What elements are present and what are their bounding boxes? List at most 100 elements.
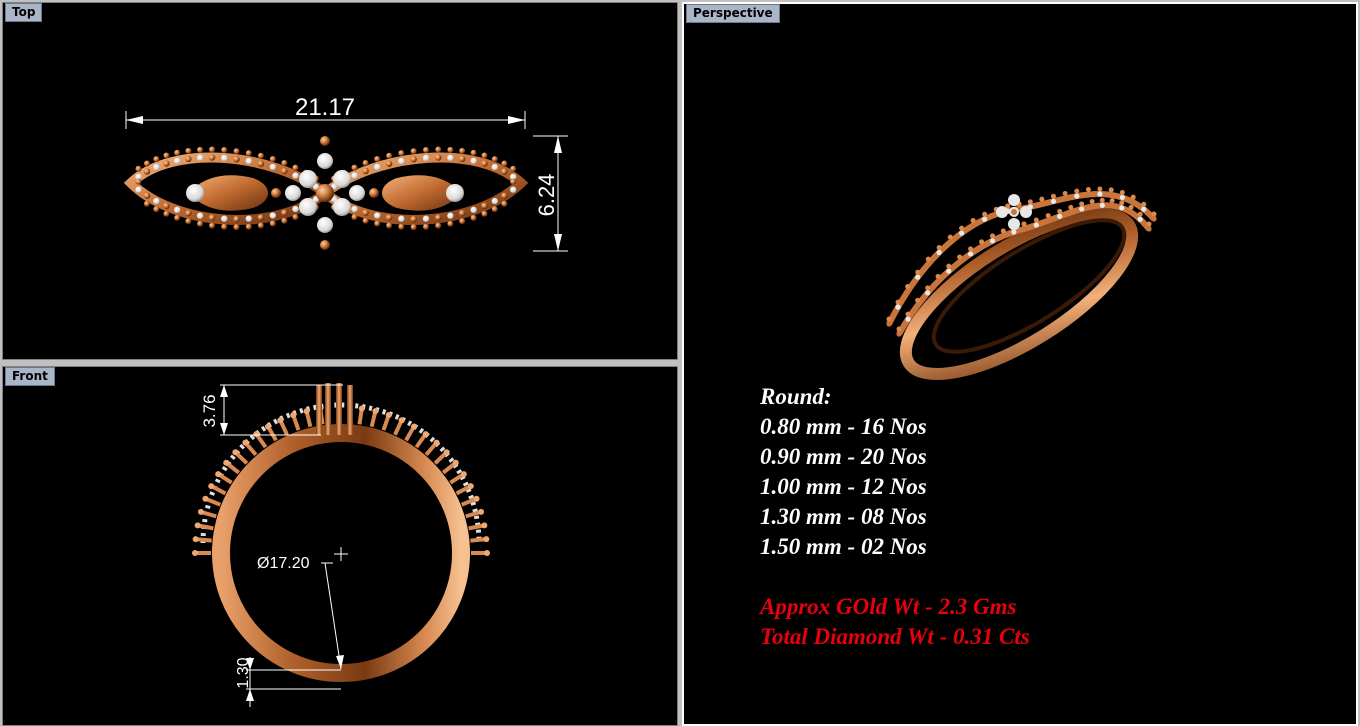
accent-stone: [1130, 199, 1136, 205]
accent-stone: [410, 156, 417, 163]
accent-stone: [1011, 229, 1017, 235]
gold-bead: [447, 146, 454, 153]
accent-stone: [153, 197, 160, 205]
accent-stone: [915, 274, 921, 280]
top-viewport[interactable]: Top 21.17 6.24: [2, 2, 678, 360]
accent-stone: [221, 215, 228, 222]
gold-bead: [1045, 213, 1051, 219]
gold-bead: [970, 217, 976, 223]
prong-tip: [303, 408, 310, 415]
gold-bead: [221, 147, 228, 153]
accent-stone: [458, 209, 466, 217]
gold-weight: Approx GOld Wt - 2.3 Gms: [760, 594, 1017, 619]
gold-bead: [1074, 188, 1080, 194]
gold-bead: [1068, 204, 1074, 210]
gold-bead: [135, 165, 142, 172]
gold-bead: [1085, 187, 1091, 192]
accent-stone: [491, 197, 499, 205]
accent-stone: [281, 167, 288, 175]
accent-stone: [208, 214, 216, 221]
height-dimension-label: 6.24: [534, 174, 559, 217]
gold-bead: [905, 284, 911, 290]
gold-bead: [1079, 201, 1085, 207]
gold-bead: [1146, 221, 1152, 227]
prong-tip: [202, 495, 209, 502]
gold-bead: [269, 156, 276, 163]
gold-bead: [1119, 200, 1125, 206]
gold-bead: [185, 218, 192, 225]
accent-stone: [1151, 216, 1157, 222]
gold-bead: [185, 147, 192, 154]
gold-bead: [197, 146, 204, 153]
gold-bead: [435, 222, 442, 229]
prong-tip: [208, 483, 215, 490]
perspective-viewport-tab[interactable]: Perspective: [686, 4, 780, 23]
gold-bead: [153, 156, 160, 163]
front-viewport-tab[interactable]: Front: [5, 367, 55, 386]
gold-bead: [925, 285, 931, 291]
stone-spec-line: 1.00 mm - 12 Nos: [760, 474, 927, 499]
accent-stone: [208, 154, 216, 161]
gold-bead: [423, 147, 429, 153]
prong-tip: [290, 412, 297, 419]
prong-tip: [460, 471, 467, 478]
accent-stone: [1068, 209, 1074, 215]
gold-bead: [459, 147, 466, 154]
accent-stone: [362, 167, 369, 175]
accent-stone: [257, 214, 265, 221]
gold-bead: [174, 214, 181, 221]
gold-bead: [174, 149, 181, 156]
gold-bead: [351, 214, 358, 221]
prong-tip: [192, 536, 199, 543]
accent-stone: [935, 278, 941, 285]
accent-stone: [292, 172, 299, 179]
accent-stone: [196, 154, 204, 162]
accent-stone: [936, 249, 942, 256]
accent-stone: [173, 206, 181, 214]
accent-stone: [458, 155, 466, 163]
accent-stone: [905, 316, 911, 322]
height-dimension: 6.24: [533, 135, 568, 252]
accent-stone: [481, 160, 488, 167]
gold-bead: [281, 159, 288, 166]
accent-stone: [351, 172, 358, 179]
accent-stone: [447, 212, 454, 219]
front-viewport[interactable]: Front 3.76 Ø17.20 1.30: [2, 366, 678, 726]
accent-stone: [1141, 206, 1147, 212]
stone-specs: Round: 0.80 mm - 16 Nos 0.90 mm - 20 Nos…: [760, 382, 1030, 652]
gold-bead: [979, 239, 985, 245]
perspective-viewport[interactable]: Perspective Round: 0.80 mm - 16 Nos 0.90…: [682, 2, 1358, 726]
accent-stone: [385, 214, 393, 221]
gold-bead: [481, 210, 488, 217]
accent-stone: [221, 154, 228, 162]
gold-bead: [163, 210, 170, 217]
accent-stone: [135, 186, 142, 193]
top-viewport-tab[interactable]: Top: [5, 3, 43, 22]
gold-bead: [1033, 217, 1039, 223]
head-height-label: 3.76: [200, 394, 219, 427]
gold-bead: [209, 146, 216, 153]
gold-bead: [946, 263, 952, 269]
gold-bead: [1097, 186, 1103, 192]
gold-bead: [221, 223, 228, 230]
gold-bead: [269, 220, 276, 227]
gold-bead: [292, 164, 299, 171]
gold-bead: [410, 224, 417, 231]
accent-stone: [398, 215, 405, 222]
band-thickness-label: 1.30: [235, 657, 252, 688]
center-stone: [1008, 218, 1020, 230]
accent-stone: [946, 268, 952, 274]
prong-tip: [443, 449, 450, 456]
accent-stone: [173, 157, 181, 165]
prong-tip: [372, 408, 379, 415]
diamond-weight: Total Diamond Wt - 0.31 Cts: [760, 624, 1030, 649]
gold-bead: [374, 220, 381, 227]
accent-stone: [410, 215, 417, 223]
accent-stone: [1099, 202, 1105, 208]
accent-stone: [470, 206, 477, 214]
accent-stone: [1128, 209, 1134, 215]
accent-stone: [1085, 191, 1091, 198]
accent-stone: [1137, 216, 1143, 222]
gold-bead: [501, 200, 508, 207]
accent-stone: [422, 215, 430, 222]
